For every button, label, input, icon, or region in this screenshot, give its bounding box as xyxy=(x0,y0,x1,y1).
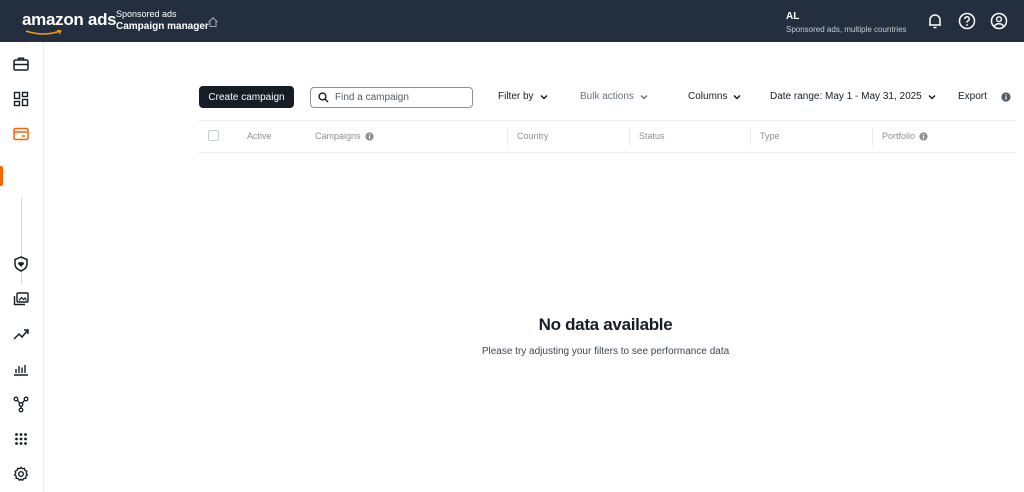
info-icon[interactable] xyxy=(919,131,928,141)
bulk-actions-label: Bulk actions xyxy=(580,91,634,102)
export-info-icon[interactable] xyxy=(1001,92,1011,102)
column-separator[interactable] xyxy=(750,128,751,146)
column-header-country[interactable]: Country xyxy=(517,131,549,141)
search-input[interactable] xyxy=(335,92,465,103)
creative-assets-icon[interactable] xyxy=(12,290,30,308)
home-icon[interactable] xyxy=(207,16,219,28)
product-switcher[interactable]: Sponsored ads Campaign manager xyxy=(116,9,209,32)
product-main-label: Campaign manager xyxy=(116,21,209,32)
dashboard-icon[interactable] xyxy=(12,90,30,108)
campaign-search[interactable] xyxy=(310,87,473,108)
search-icon xyxy=(318,92,329,103)
date-range-dropdown[interactable]: Date range: May 1 - May 31, 2025 xyxy=(770,91,936,102)
column-header-type[interactable]: Type xyxy=(760,131,780,141)
column-separator[interactable] xyxy=(507,128,508,146)
chevron-down-icon xyxy=(540,94,548,100)
column-header-campaigns[interactable]: Campaigns xyxy=(315,131,374,141)
chevron-down-icon xyxy=(928,94,936,100)
export-label: Export xyxy=(958,91,987,102)
account-selector[interactable]: AL Sponsored ads, multiple countries xyxy=(786,11,907,34)
empty-state-subtitle: Please try adjusting your filters to see… xyxy=(481,346,730,357)
account-description: Sponsored ads, multiple countries xyxy=(786,25,907,34)
column-header-portfolio[interactable]: Portfolio xyxy=(882,131,928,141)
amazon-ads-logo[interactable]: amazon ads xyxy=(22,10,117,30)
column-header-status[interactable]: Status xyxy=(639,131,665,141)
account-icon[interactable] xyxy=(990,12,1008,30)
campaign-manager-icon[interactable] xyxy=(12,125,30,143)
apps-grid-icon[interactable] xyxy=(12,430,30,448)
export-button[interactable]: Export xyxy=(958,91,987,102)
info-icon[interactable] xyxy=(364,131,374,141)
connections-icon[interactable] xyxy=(12,395,30,413)
column-separator[interactable] xyxy=(629,128,630,146)
date-range-label: Date range: May 1 - May 31, 2025 xyxy=(770,91,922,102)
amazon-smile-icon xyxy=(25,30,62,35)
left-sidebar xyxy=(0,42,44,492)
filter-by-dropdown[interactable]: Filter by xyxy=(498,91,548,102)
create-campaign-button[interactable]: Create campaign xyxy=(199,86,294,108)
column-separator[interactable] xyxy=(872,128,873,146)
brand-shield-icon[interactable] xyxy=(12,255,30,273)
bell-icon[interactable] xyxy=(926,12,944,30)
settings-icon[interactable] xyxy=(12,465,30,483)
briefcase-icon[interactable] xyxy=(12,55,30,73)
empty-state-title: No data available xyxy=(538,315,673,334)
column-header-active[interactable]: Active xyxy=(247,131,272,141)
top-navigation-bar: amazon ads Sponsored ads Campaign manage… xyxy=(0,0,1024,42)
columns-label: Columns xyxy=(688,91,728,102)
sidebar-active-indicator xyxy=(0,166,3,186)
filter-by-label: Filter by xyxy=(498,91,534,102)
account-code: AL xyxy=(786,11,800,22)
chevron-down-icon xyxy=(733,94,741,100)
product-sub-label: Sponsored ads xyxy=(116,9,177,19)
help-icon[interactable] xyxy=(958,12,976,30)
select-all-checkbox[interactable] xyxy=(208,130,219,141)
reports-icon[interactable] xyxy=(12,360,30,378)
bulk-actions-dropdown[interactable]: Bulk actions xyxy=(580,91,648,102)
columns-dropdown[interactable]: Columns xyxy=(688,91,741,102)
campaign-table-header: Active Campaigns Country Status Type Por… xyxy=(199,120,1015,153)
chevron-down-icon xyxy=(640,94,648,100)
